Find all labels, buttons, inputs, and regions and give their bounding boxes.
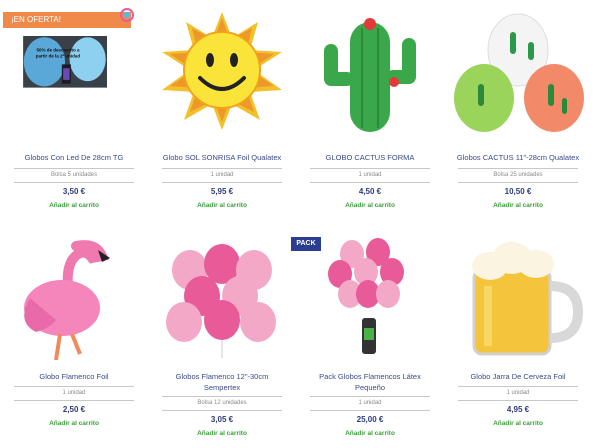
product-unit: 1 unidad xyxy=(210,172,234,178)
divider xyxy=(14,386,134,387)
product-price: 4,50 € xyxy=(358,187,382,196)
product-name[interactable]: Globos CACTUS 11"-28cm Qualatex xyxy=(444,152,592,163)
product-price: 10,50 € xyxy=(504,187,532,196)
divider xyxy=(162,410,282,411)
product-image-cactus-balloon[interactable] xyxy=(302,8,438,132)
divider xyxy=(14,168,134,169)
divider xyxy=(310,182,430,183)
add-to-cart-button[interactable]: Añadir al carrito xyxy=(444,202,592,209)
product-card[interactable]: Pack Globos Flamencos Látex Pequeño 1 un… xyxy=(296,228,444,448)
divider xyxy=(14,400,134,401)
product-image-beer-mug-balloon[interactable] xyxy=(450,236,586,360)
product-name-line2[interactable]: Sempertex xyxy=(148,382,296,393)
product-image-sun-balloon[interactable] xyxy=(154,8,290,132)
divider xyxy=(162,182,282,183)
product-name[interactable]: Globo SOL SONRISA Foil Qualatex xyxy=(148,152,296,163)
add-to-cart-button[interactable]: Añadir al carrito xyxy=(296,430,444,437)
divider xyxy=(310,168,430,169)
product-card[interactable]: Globos CACTUS 11"-28cm Qualatex Bolsa 25… xyxy=(444,0,592,220)
product-unit: Bolsa 5 unidades xyxy=(50,172,98,178)
product-card[interactable]: 50% de descuento a partir de la 2ª unida… xyxy=(0,0,148,220)
promo-line2: partir de la 2ª unidad xyxy=(36,53,81,58)
product-name[interactable]: Globos Con Led De 28cm TG xyxy=(0,152,148,163)
product-unit: Bolsa 25 unidades xyxy=(493,172,543,178)
add-to-cart-button[interactable]: Añadir al carrito xyxy=(148,430,296,437)
pack-badge: PACK xyxy=(291,237,321,251)
product-price: 4,95 € xyxy=(506,405,530,414)
product-card[interactable]: Globos Flamenco 12"-30cm Sempertex Bolsa… xyxy=(148,228,296,448)
divider xyxy=(14,182,134,183)
product-card[interactable]: Globo SOL SONRISA Foil Qualatex 1 unidad… xyxy=(148,0,296,220)
divider xyxy=(458,182,578,183)
product-price: 3,05 € xyxy=(210,415,234,424)
product-image-flamingo-balloon[interactable] xyxy=(6,236,142,360)
offer-badge: ¡EN OFERTA! xyxy=(3,12,131,28)
add-to-cart-button[interactable]: Añadir al carrito xyxy=(444,420,592,427)
product-name[interactable]: GLOBO CACTUS FORMA xyxy=(296,152,444,163)
product-name-line2[interactable]: Pequeño xyxy=(296,382,444,393)
add-to-cart-button[interactable]: Añadir al carrito xyxy=(0,202,148,209)
divider xyxy=(458,168,578,169)
promo-line1: 50% de descuento a xyxy=(36,47,80,52)
product-price: 5,95 € xyxy=(210,187,234,196)
product-unit: 1 unidad xyxy=(506,390,530,396)
product-name-line1[interactable]: Pack Globos Flamencos Látex xyxy=(296,371,444,382)
product-unit: 1 unidad xyxy=(358,400,382,406)
product-image-cactus-latex-balloons[interactable] xyxy=(450,8,586,132)
divider xyxy=(310,410,430,411)
product-unit: 1 unidad xyxy=(358,172,382,178)
product-price: 2,50 € xyxy=(62,405,86,414)
product-image-flamingo-latex-balloons[interactable] xyxy=(154,236,290,360)
add-to-cart-button[interactable]: Añadir al carrito xyxy=(296,202,444,209)
product-unit: Bolsa 12 unidades xyxy=(197,400,247,406)
divider xyxy=(162,396,282,397)
divider xyxy=(458,400,578,401)
divider xyxy=(162,168,282,169)
product-image-led-balloons[interactable]: 50% de descuento a partir de la 2ª unida… xyxy=(2,36,132,116)
product-unit: 1 unidad xyxy=(62,390,86,396)
divider xyxy=(310,396,430,397)
product-name[interactable]: Globo Jarra De Cerveza Foil xyxy=(444,371,592,382)
product-price: 25,00 € xyxy=(356,415,384,424)
product-card[interactable]: GLOBO CACTUS FORMA 1 unidad 4,50 € Añadi… xyxy=(296,0,444,220)
product-name-line1[interactable]: Globos Flamenco 12"-30cm xyxy=(148,371,296,382)
offer-ribbon-icon xyxy=(120,8,134,22)
product-card[interactable]: Globo Jarra De Cerveza Foil 1 unidad 4,9… xyxy=(444,228,592,448)
product-name[interactable]: Globo Flamenco Foil xyxy=(0,371,148,382)
divider xyxy=(458,386,578,387)
product-price: 3,50 € xyxy=(62,187,86,196)
add-to-cart-button[interactable]: Añadir al carrito xyxy=(0,420,148,427)
product-image-flamingo-pack[interactable] xyxy=(302,236,438,360)
add-to-cart-button[interactable]: Añadir al carrito xyxy=(148,202,296,209)
product-card[interactable]: Globo Flamenco Foil 1 unidad 2,50 € Añad… xyxy=(0,228,148,448)
